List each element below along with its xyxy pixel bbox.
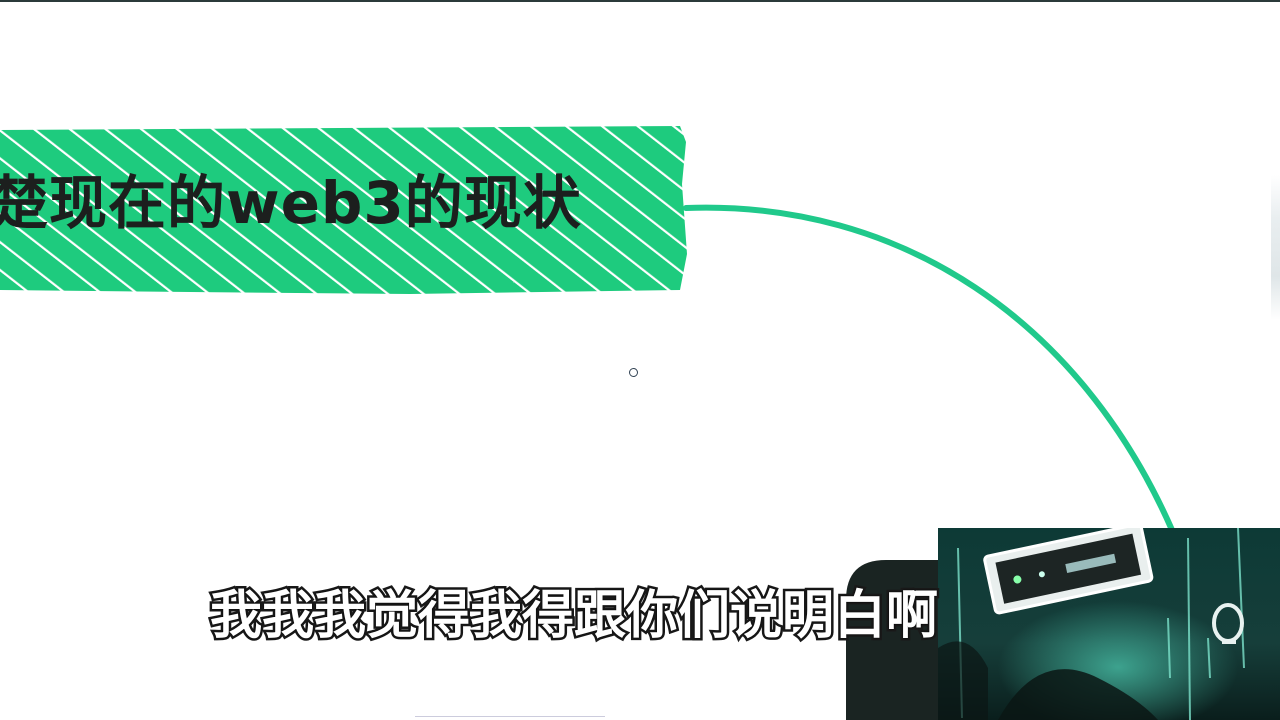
canvas: 楚现在的web3的现状 我我我觉得我得跟你们说明白啊 [0, 0, 1280, 720]
bottom-divider [415, 716, 605, 717]
topic-label: 楚现在的web3的现状 [0, 169, 582, 237]
subtitle-caption: 我我我觉得我得跟你们说明白啊 [207, 583, 940, 648]
topic-node[interactable]: 楚现在的web3的现状 [0, 124, 688, 296]
right-edge-panel [1271, 175, 1280, 320]
video-thumbnail-icon[interactable] [938, 528, 1280, 720]
cursor-indicator [629, 368, 638, 377]
